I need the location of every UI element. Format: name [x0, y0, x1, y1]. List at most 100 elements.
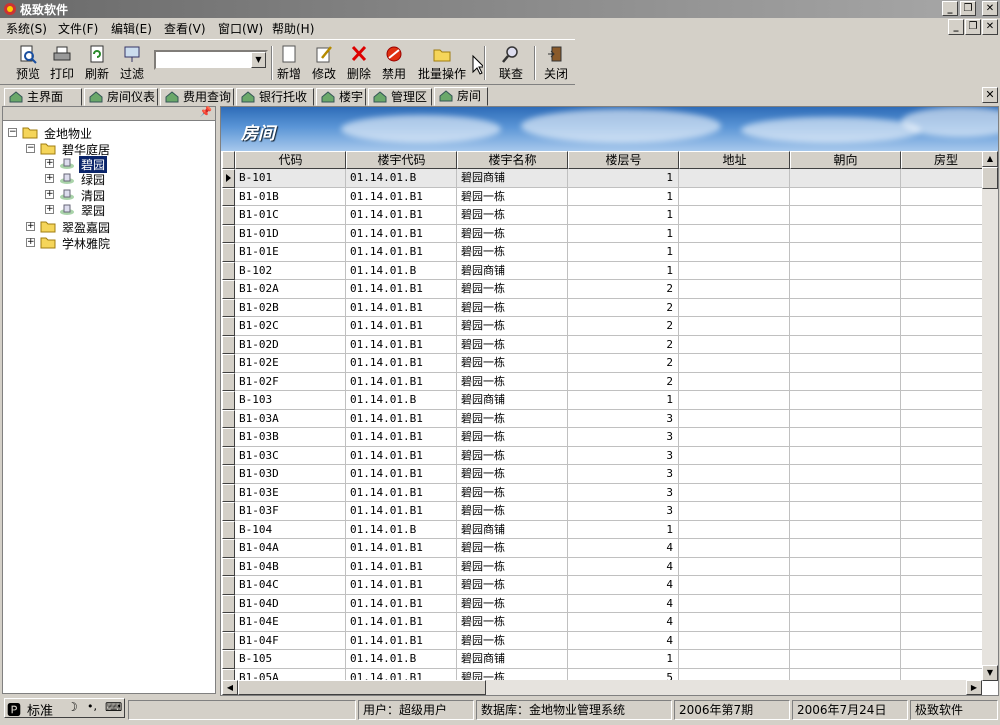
row-indicator[interactable] — [222, 483, 235, 502]
mdi-minimize-button[interactable]: _ — [948, 19, 964, 35]
cell-address[interactable] — [679, 613, 790, 632]
cell-room-type[interactable] — [901, 354, 982, 373]
cell-address[interactable] — [679, 650, 790, 669]
cell-orientation[interactable] — [790, 483, 901, 502]
cell-floor[interactable]: 4 — [568, 631, 679, 650]
cell-building-name[interactable]: 碧园商铺 — [457, 650, 568, 669]
cell-room-type[interactable] — [901, 225, 982, 243]
cell-room-type[interactable] — [901, 502, 982, 521]
cell-floor[interactable]: 3 — [568, 465, 679, 484]
cell-orientation[interactable] — [790, 206, 901, 225]
cell-floor[interactable]: 3 — [568, 446, 679, 465]
cell-floor[interactable]: 4 — [568, 539, 679, 558]
cell-room-type[interactable] — [901, 299, 982, 317]
menu-window[interactable]: 窗口(W) — [218, 20, 263, 37]
mdi-restore-button[interactable]: ❐ — [965, 19, 981, 35]
cell-address[interactable] — [679, 428, 790, 447]
row-indicator[interactable] — [222, 428, 235, 447]
tab-room[interactable]: 房间 — [434, 87, 488, 106]
cell-address[interactable] — [679, 280, 790, 299]
row-indicator[interactable] — [222, 354, 235, 373]
cell-room-type[interactable] — [901, 410, 982, 428]
cell-address[interactable] — [679, 335, 790, 354]
row-indicator[interactable] — [222, 224, 235, 243]
cell-orientation[interactable] — [790, 335, 901, 354]
cell-floor[interactable]: 2 — [568, 280, 679, 299]
cell-building-name[interactable]: 碧园一栋 — [457, 280, 568, 299]
scroll-left-icon[interactable]: ◀ — [222, 680, 238, 695]
row-indicator[interactable] — [222, 576, 235, 595]
cell-floor[interactable]: 1 — [568, 187, 679, 206]
cell-orientation[interactable] — [790, 187, 901, 206]
cell-room-type[interactable] — [901, 539, 982, 558]
cell-code[interactable]: B1-04C — [235, 576, 346, 595]
col-header-orientation[interactable]: 朝向 — [790, 151, 901, 169]
cell-address[interactable] — [679, 187, 790, 206]
ime-toolbar[interactable]: 🅿 标准 ☽ •, ⌨ — [4, 698, 125, 719]
cell-code[interactable]: B1-03D — [235, 465, 346, 484]
table-row[interactable]: B1-02F 01.14.01.B1 碧园一栋 2 — [222, 372, 982, 391]
cell-building-code[interactable]: 01.14.01.B1 — [346, 594, 457, 613]
cell-orientation[interactable] — [790, 280, 901, 299]
cell-code[interactable]: B-101 — [235, 169, 346, 188]
row-indicator[interactable] — [222, 631, 235, 650]
keyboard-icon[interactable]: ⌨ — [105, 700, 122, 714]
cell-building-code[interactable]: 01.14.01.B1 — [346, 409, 457, 428]
cell-orientation[interactable] — [790, 520, 901, 539]
expand-icon[interactable]: + — [45, 205, 54, 214]
cell-building-code[interactable]: 01.14.01.B — [346, 650, 457, 669]
cell-building-name[interactable]: 碧园一栋 — [457, 539, 568, 558]
cell-building-code[interactable]: 01.14.01.B1 — [346, 465, 457, 484]
table-row[interactable]: B1-02A 01.14.01.B1 碧园一栋 2 — [222, 280, 982, 299]
cell-address[interactable] — [679, 169, 790, 188]
cell-building-name[interactable]: 碧园一栋 — [457, 243, 568, 262]
cell-room-type[interactable] — [901, 188, 982, 206]
cell-code[interactable]: B1-03B — [235, 428, 346, 447]
cell-building-name[interactable]: 碧园一栋 — [457, 613, 568, 632]
cell-building-code[interactable]: 01.14.01.B1 — [346, 576, 457, 595]
cell-building-name[interactable]: 碧园一栋 — [457, 206, 568, 225]
cell-address[interactable] — [679, 317, 790, 336]
cell-orientation[interactable] — [790, 391, 901, 410]
cell-building-name[interactable]: 碧园一栋 — [457, 372, 568, 391]
cell-orientation[interactable] — [790, 261, 901, 280]
cell-floor[interactable]: 2 — [568, 372, 679, 391]
batch-operation-button[interactable]: 批量操作 — [416, 44, 468, 84]
table-row[interactable]: B1-02E 01.14.01.B1 碧园一栋 2 — [222, 354, 982, 373]
add-button[interactable]: 新增 — [269, 44, 309, 84]
cell-code[interactable]: B1-04E — [235, 613, 346, 632]
cell-building-name[interactable]: 碧园一栋 — [457, 224, 568, 243]
scroll-down-icon[interactable]: ▼ — [982, 665, 998, 681]
cell-building-name[interactable]: 碧园一栋 — [457, 428, 568, 447]
cell-building-name[interactable]: 碧园商铺 — [457, 391, 568, 410]
cell-address[interactable] — [679, 409, 790, 428]
cell-building-name[interactable]: 碧园一栋 — [457, 557, 568, 576]
row-indicator[interactable] — [222, 280, 235, 299]
cell-building-code[interactable]: 01.14.01.B1 — [346, 613, 457, 632]
table-row[interactable]: B1-02B 01.14.01.B1 碧园一栋 2 — [222, 298, 982, 317]
table-row[interactable]: B1-04B 01.14.01.B1 碧园一栋 4 — [222, 557, 982, 576]
cell-code[interactable]: B-105 — [235, 650, 346, 669]
row-indicator[interactable] — [222, 243, 235, 262]
cell-room-type[interactable] — [901, 262, 982, 280]
cell-orientation[interactable] — [790, 539, 901, 558]
cell-code[interactable]: B1-04F — [235, 631, 346, 650]
col-header-building-name[interactable]: 楼宇名称 — [457, 151, 568, 169]
table-row[interactable]: B1-01E 01.14.01.B1 碧园一栋 1 — [222, 243, 982, 262]
cell-address[interactable] — [679, 391, 790, 410]
cell-orientation[interactable] — [790, 243, 901, 262]
cell-building-name[interactable]: 碧园商铺 — [457, 261, 568, 280]
cell-orientation[interactable] — [790, 409, 901, 428]
cell-address[interactable] — [679, 224, 790, 243]
table-row[interactable]: B1-04C 01.14.01.B1 碧园一栋 4 — [222, 576, 982, 595]
cell-building-code[interactable]: 01.14.01.B1 — [346, 428, 457, 447]
cell-floor[interactable]: 1 — [568, 520, 679, 539]
cell-building-code[interactable]: 01.14.01.B — [346, 520, 457, 539]
cell-address[interactable] — [679, 594, 790, 613]
menu-system[interactable]: 系统(S) — [6, 20, 47, 37]
cell-code[interactable]: B1-02E — [235, 354, 346, 373]
table-row[interactable]: B-105 01.14.01.B 碧园商铺 1 — [222, 650, 982, 669]
col-header-address[interactable]: 地址 — [679, 151, 790, 169]
cell-address[interactable] — [679, 261, 790, 280]
cell-code[interactable]: B1-03A — [235, 409, 346, 428]
